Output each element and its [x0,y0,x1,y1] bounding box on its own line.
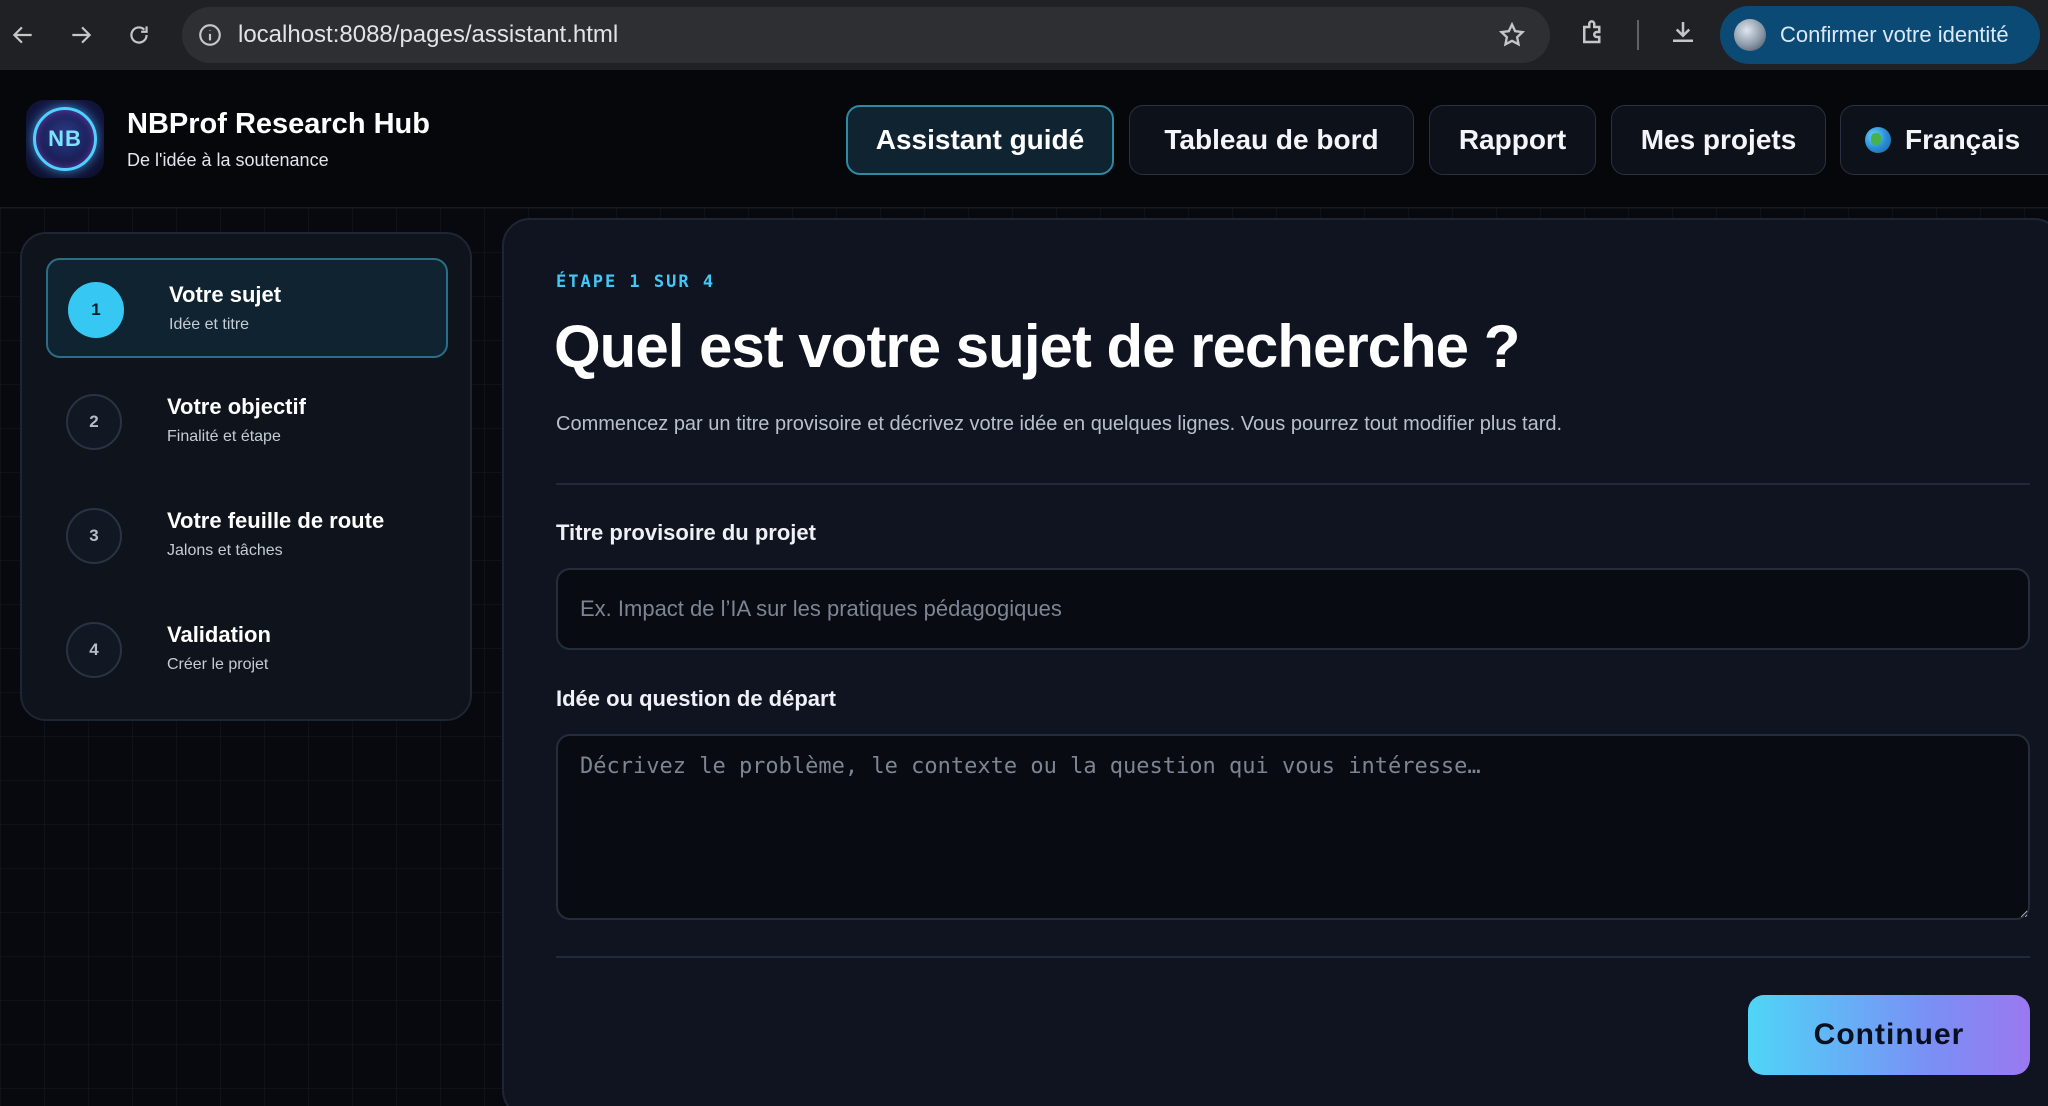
avatar [1734,19,1766,51]
forward-arrow-icon[interactable] [58,12,104,58]
page-title: Quel est votre sujet de recherche ? [554,313,1520,380]
step-subtitle: Idée et titre [169,316,250,333]
toolbar-separator [1637,20,1639,50]
brand-logo[interactable]: NB [26,100,104,178]
nav-label: Mes projets [1640,124,1797,155]
brand-title: NBProf Research Hub [127,108,430,140]
step-title: Votre feuille de route [167,508,385,533]
step-number: 1 [68,282,124,338]
language-label: Français [1905,124,2021,155]
step-item-roadmap[interactable]: 3 Votre feuille de route Jalons et tâche… [46,486,448,586]
idea-field-label: Idée ou question de départ [556,686,836,711]
extensions-icon[interactable] [1578,17,1608,52]
profile-label: Confirmer votre identité [1780,22,2009,47]
nav-label: Rapport [1458,124,1567,155]
nav-label: Tableau de bord [1164,124,1379,155]
project-title-input[interactable] [556,568,2030,650]
step-item-validation[interactable]: 4 Validation Créer le projet [46,600,448,700]
app-header: NB NBProf Research Hub De l'idée à la so… [0,70,2048,208]
title-field-label: Titre provisoire du projet [556,520,816,545]
url-text[interactable]: localhost:8088/pages/assistant.html [238,21,618,49]
continue-button[interactable]: Continuer [1748,995,2030,1075]
step-indicator: ÉTAPE 1 SUR 4 [556,272,716,292]
idea-textarea[interactable] [556,734,2030,920]
wizard-card: ÉTAPE 1 SUR 4 Quel est votre sujet de re… [502,218,2048,1106]
step-title: Votre objectif [167,394,306,419]
back-arrow-icon[interactable] [0,12,46,58]
nav-dashboard[interactable]: Tableau de bord [1129,105,1414,175]
logo-text: NB [48,126,82,151]
step-subtitle: Jalons et tâches [167,542,283,559]
step-subtitle: Créer le projet [167,656,269,673]
brand-subtitle: De l'idée à la soutenance [127,150,329,170]
star-icon[interactable] [1498,21,1526,54]
step-number: 3 [66,508,122,564]
wizard-stepper: 1 Votre sujet Idée et titre 2 Votre obje… [20,232,472,721]
logo-ring: NB [33,107,97,171]
nav-report[interactable]: Rapport [1429,105,1596,175]
address-bar[interactable]: localhost:8088/pages/assistant.html [182,7,1550,63]
step-item-subject[interactable]: 1 Votre sujet Idée et titre [46,258,448,358]
divider [556,956,2030,958]
nav-label: Assistant guidé [875,124,1085,155]
browser-toolbar: localhost:8088/pages/assistant.html Conf… [0,0,2048,70]
nav-assistant-guide[interactable]: Assistant guidé [846,105,1114,175]
step-number: 2 [66,394,122,450]
reload-icon[interactable] [116,12,162,58]
language-selector[interactable]: Français [1840,105,2048,175]
profile-button[interactable]: Confirmer votre identité [1720,6,2040,64]
step-item-objective[interactable]: 2 Votre objectif Finalité et étape [46,372,448,472]
page-description: Commencez par un titre provisoire et déc… [556,413,1563,435]
step-title: Votre sujet [169,282,282,307]
divider [556,483,2030,485]
download-icon[interactable] [1668,17,1698,52]
info-icon[interactable] [182,7,238,63]
step-subtitle: Finalité et étape [167,428,281,445]
step-title: Validation [167,622,271,647]
step-number: 4 [66,622,122,678]
nav-my-projects[interactable]: Mes projets [1611,105,1826,175]
globe-icon [1865,127,1891,153]
